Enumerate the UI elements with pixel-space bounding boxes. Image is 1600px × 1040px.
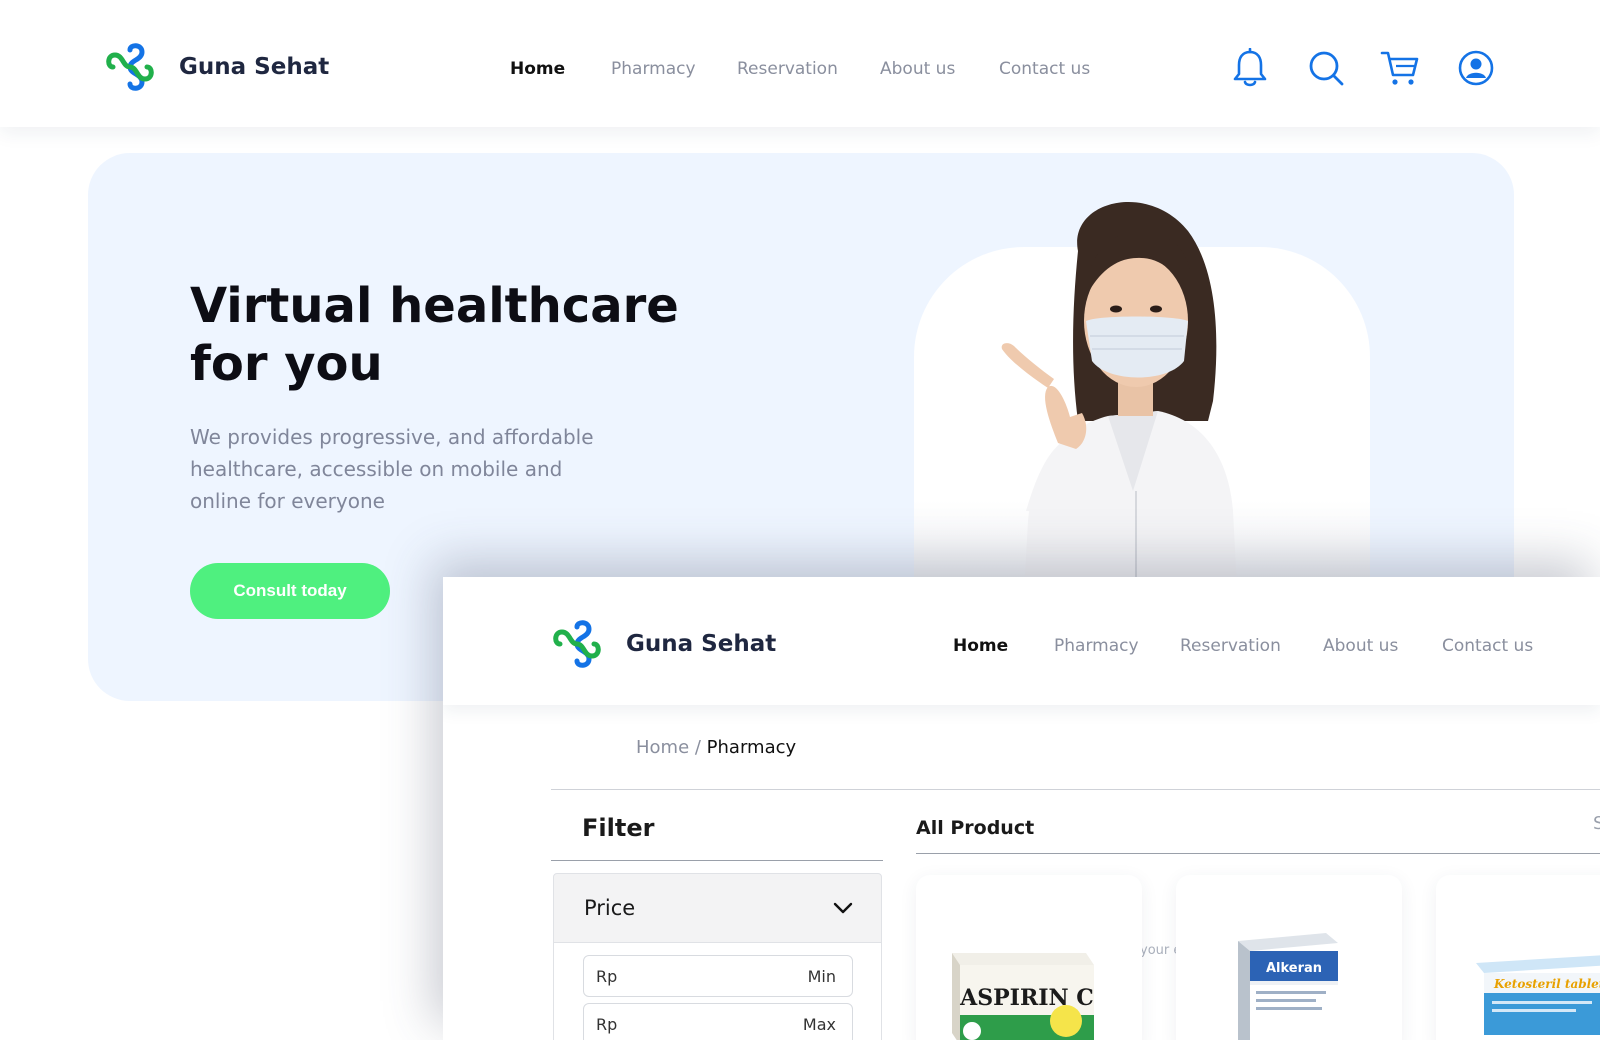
product-box-text: Alkeran	[1266, 961, 1322, 976]
breadcrumb-current: Pharmacy	[706, 737, 797, 758]
product-card[interactable]: ASPIRIN C	[916, 875, 1142, 1040]
search-icon[interactable]	[1306, 48, 1346, 88]
breadcrumb: Home / Pharmacy	[636, 737, 796, 758]
cart-icon[interactable]	[1380, 48, 1420, 88]
breadcrumb-home[interactable]: Home	[636, 737, 689, 758]
hero-title-line-1: Virtual healthcare	[190, 278, 679, 334]
brand-name: Guna Sehat	[179, 54, 330, 80]
price-filter-toggle[interactable]: Price	[553, 873, 882, 943]
pharmacy-navbar: Guna Sehat Home Pharmacy Reservation Abo…	[443, 577, 1600, 705]
product-image: ASPIRIN C	[952, 953, 1094, 1040]
logo-icon	[553, 620, 601, 668]
product-card[interactable]: Alkeran	[1176, 875, 1402, 1040]
product-image: Ketosteril tablets	[1476, 955, 1600, 1035]
product-box-text: Ketosteril tablets	[1493, 977, 1600, 991]
breadcrumb-separator: /	[689, 737, 707, 758]
chevron-down-icon	[833, 902, 853, 914]
hero-subtitle: We provides progressive, and affordable …	[190, 425, 594, 513]
hero-title-line-2: for you	[190, 336, 383, 392]
currency-prefix: Rp	[596, 1014, 618, 1034]
user-icon[interactable]	[1456, 48, 1496, 88]
all-product-title: All Product	[916, 817, 1035, 839]
product-image: Alkeran	[1238, 933, 1338, 1040]
nav-reservation[interactable]: Reservation	[737, 59, 838, 79]
currency-prefix: Rp	[596, 966, 618, 986]
price-min-field[interactable]: Rp Min	[583, 955, 853, 997]
sort-label-clipped[interactable]: S	[1593, 813, 1600, 834]
nav-pharmacy[interactable]: Pharmacy	[611, 59, 696, 79]
product-card[interactable]: Ketosteril tablets	[1436, 875, 1600, 1040]
brand-logo[interactable]: Guna Sehat	[105, 42, 329, 92]
price-label: Price	[584, 896, 636, 920]
main-navbar: Guna Sehat Home Pharmacy Reservation Abo…	[0, 0, 1600, 127]
max-label: Max	[802, 1014, 836, 1034]
brand-logo[interactable]: Guna Sehat	[552, 619, 776, 669]
products-divider	[916, 853, 1600, 854]
nav-home[interactable]: Home	[510, 59, 565, 79]
nav-about[interactable]: About us	[880, 59, 955, 79]
price-max-field[interactable]: Rp Max	[583, 1003, 853, 1040]
consult-today-button[interactable]: Consult today	[190, 563, 390, 619]
price-filter-body: Rp Min Rp Max	[553, 943, 882, 1040]
filter-divider	[551, 860, 883, 861]
brand-name: Guna Sehat	[626, 631, 777, 657]
nav-home[interactable]: Home	[953, 636, 1008, 656]
nav-contact[interactable]: Contact us	[1442, 636, 1533, 656]
nav-reservation[interactable]: Reservation	[1180, 636, 1281, 656]
pharmacy-window: Guna Sehat Home Pharmacy Reservation Abo…	[443, 577, 1600, 1040]
nav-about[interactable]: About us	[1323, 636, 1398, 656]
min-label: Min	[807, 966, 836, 986]
nav-contact[interactable]: Contact us	[999, 59, 1090, 79]
bell-icon[interactable]	[1230, 48, 1270, 88]
logo-icon	[106, 43, 154, 91]
hero-title: Virtual healthcare for you	[190, 277, 750, 393]
product-box-text: ASPIRIN C	[959, 985, 1094, 1011]
filter-title: Filter	[582, 814, 655, 842]
nav-pharmacy[interactable]: Pharmacy	[1054, 636, 1139, 656]
breadcrumb-divider	[551, 789, 1600, 790]
